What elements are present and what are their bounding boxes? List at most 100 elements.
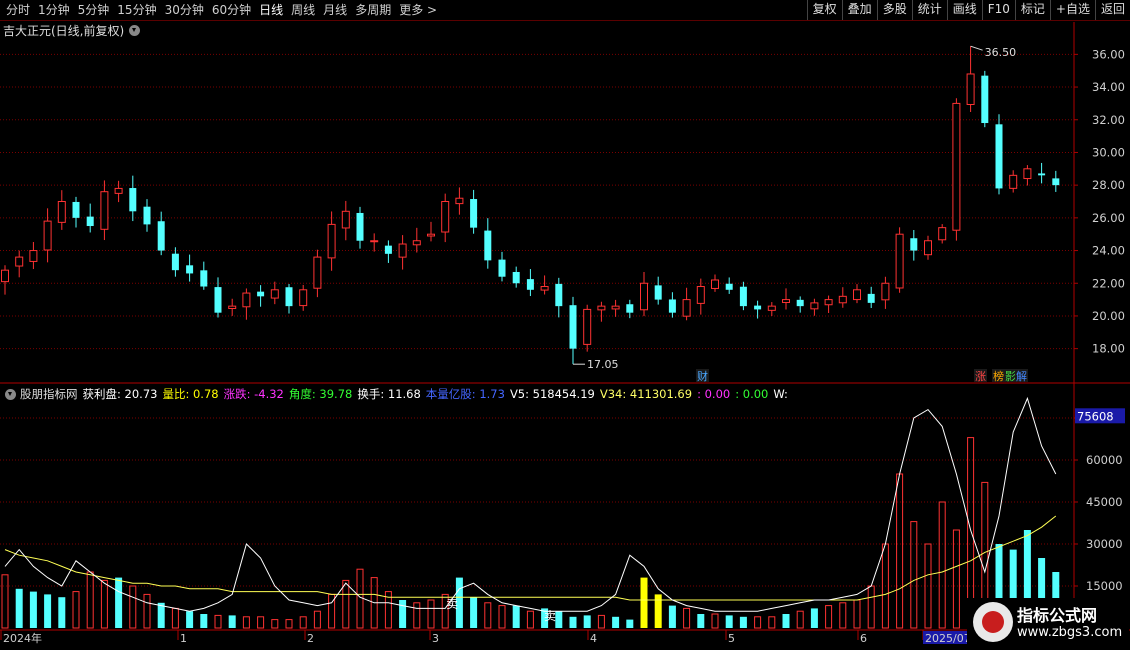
volume-bar	[413, 602, 421, 629]
candle-body	[910, 238, 918, 251]
indicator-item-8: V34: 411301.69	[599, 387, 693, 401]
current-volume-value: 75608	[1077, 409, 1114, 423]
volume-bar	[470, 597, 478, 628]
volume-tick-label: 30000	[1086, 537, 1123, 551]
candle-body	[1009, 174, 1018, 189]
candle-body	[810, 302, 819, 310]
volume-bar	[299, 616, 307, 629]
candle-body	[682, 299, 691, 317]
candle-body	[498, 259, 506, 277]
volume-bar	[853, 599, 861, 629]
candle-body	[796, 299, 804, 307]
time-axis-label: 3	[432, 632, 439, 645]
volume-bar	[200, 614, 208, 628]
candle-body	[270, 289, 279, 299]
candle-body	[171, 253, 179, 271]
candle-body	[824, 299, 833, 306]
event-marker: 解	[1016, 369, 1027, 383]
indicator-dropdown-icon[interactable]	[5, 388, 16, 400]
volume-tick-label: 60000	[1086, 453, 1123, 467]
volume-bar	[86, 571, 94, 629]
candle-body	[1038, 173, 1046, 176]
candle-body	[29, 250, 38, 262]
price-tick-label: 18.00	[1092, 342, 1125, 356]
candle-body	[512, 271, 520, 284]
volume-bar	[100, 579, 108, 629]
volume-tick-label: 15000	[1086, 579, 1123, 593]
volume-bar	[768, 616, 776, 629]
indicator-item-7: V5: 518454.19	[509, 387, 595, 401]
volume-bar	[796, 610, 804, 629]
time-axis-label: 2025/07	[925, 632, 971, 645]
candle-body	[228, 305, 237, 309]
indicator-item-4: 角度: 39.78	[288, 387, 353, 401]
volume-bar	[498, 605, 506, 629]
volume-bar	[583, 615, 591, 628]
time-axis-label: 4	[590, 632, 597, 645]
price-tick-label: 30.00	[1092, 145, 1125, 159]
v5-line	[4, 396, 1057, 612]
high-price-label: 36.50	[985, 46, 1017, 59]
volume-bar	[512, 605, 520, 628]
event-marker: 榜	[993, 369, 1004, 383]
candle-body	[540, 286, 549, 291]
price-tick-label: 24.00	[1092, 244, 1125, 258]
time-axis-label: 2	[307, 632, 314, 645]
volume-bar	[399, 600, 407, 628]
volume-bar	[1, 574, 9, 629]
v34-line	[4, 515, 1057, 601]
watermark-logo-icon	[973, 602, 1013, 642]
price-tick-label: 32.00	[1092, 113, 1125, 127]
candle-body	[427, 233, 435, 237]
volume-bar	[484, 602, 492, 629]
watermark-title: 指标公式网	[1017, 606, 1098, 625]
candle-body	[583, 308, 592, 345]
candle-body	[555, 283, 563, 307]
volume-bar	[214, 614, 222, 629]
volume-bar	[711, 613, 719, 629]
indicator-item-11: W:	[773, 387, 788, 401]
candle-body	[938, 227, 947, 241]
time-axis-label: 6	[860, 632, 867, 645]
volume-bar	[569, 616, 577, 628]
candle-body	[626, 304, 634, 313]
volume-bar	[612, 616, 620, 628]
candle-body	[157, 221, 165, 251]
event-marker: 涨	[975, 370, 986, 383]
volume-bar	[725, 615, 733, 628]
volume-bar	[313, 610, 321, 629]
candle-body	[1, 269, 9, 283]
watermark-url: www.zbgs3.com	[1017, 625, 1123, 640]
volume-bar	[952, 529, 960, 629]
candle-body	[86, 216, 94, 227]
candle-body	[186, 265, 194, 274]
high-price-pointer	[970, 45, 983, 51]
time-axis-label: 5	[728, 632, 735, 645]
candle-body	[484, 230, 492, 261]
volume-bar	[867, 585, 875, 629]
candle-body	[1023, 168, 1032, 180]
volume-bar	[640, 577, 648, 628]
price-tick-label: 26.00	[1092, 211, 1125, 225]
candle-body	[143, 206, 151, 225]
volume-bar	[58, 597, 66, 628]
chart-canvas[interactable]: 36.00 34.00 32.00 30.00 28.00 26.00 24.00 22.00…	[0, 0, 1130, 650]
candle-body	[200, 270, 208, 287]
price-tick-label: 20.00	[1092, 309, 1125, 323]
candle-body	[739, 286, 747, 307]
candle-body	[966, 73, 975, 105]
volume-bar	[15, 588, 23, 628]
indicator-info-bar: 股朋指标网 获利盘: 20.73 量比: 0.78 涨跌: -4.32 角度: 39.7…	[0, 386, 793, 402]
candle-body	[398, 243, 407, 258]
volume-bar	[626, 619, 634, 628]
volume-bar	[115, 577, 123, 628]
volume-bar	[839, 602, 847, 629]
volume-bar	[910, 521, 918, 629]
volume-bar	[683, 607, 691, 629]
candle-body	[668, 299, 676, 313]
candle-body	[470, 199, 478, 228]
candle-body	[782, 299, 790, 303]
volume-bar	[171, 607, 179, 629]
candle-body	[341, 210, 350, 229]
price-tick-label: 22.00	[1092, 276, 1125, 290]
